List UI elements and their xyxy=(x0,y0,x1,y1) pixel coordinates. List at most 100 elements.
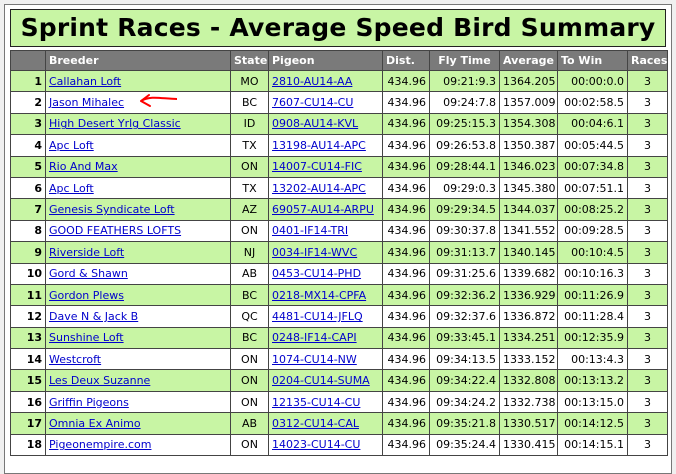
rank-cell: 14 xyxy=(10,348,46,371)
table-row: 17 Omnia Ex Animo AB 0312-CU14-CAL 434.96 09:… xyxy=(10,412,668,435)
breeder-cell: Jason Mihalec xyxy=(45,91,231,114)
breeder-cell: Genesis Syndicate Loft xyxy=(45,198,231,221)
rank-cell: 6 xyxy=(10,176,46,200)
to-win-cell: 00:00:0.0 xyxy=(557,69,628,93)
pigeon-link[interactable]: 13202-AU14-APC xyxy=(272,182,366,195)
table-row: 8 GOOD FEATHERS LOFTS ON 0401-IF14-TRI 434.9… xyxy=(10,219,668,243)
state-cell: AB xyxy=(230,262,269,285)
to-win-cell: 00:07:51.1 xyxy=(557,176,628,200)
average-cell: 1330.415 xyxy=(499,433,558,457)
breeder-link[interactable]: Apc Loft xyxy=(49,182,94,195)
breeder-link[interactable]: Pigeonempire.com xyxy=(49,438,151,451)
pigeon-link[interactable]: 14023-CU14-CU xyxy=(272,438,360,451)
races-cell: 3 xyxy=(627,326,668,350)
pigeon-cell: 13202-AU14-APC xyxy=(268,176,383,200)
races-cell: 3 xyxy=(627,198,668,221)
fly-time-cell: 09:28:44.1 xyxy=(429,155,500,178)
pigeon-link[interactable]: 0312-CU14-CAL xyxy=(272,417,359,430)
breeder-cell: Les Deux Suzanne xyxy=(45,369,231,392)
dist-cell: 434.96 xyxy=(382,176,430,200)
pigeon-cell: 12135-CU14-CU xyxy=(268,390,383,414)
state-cell: MO xyxy=(230,69,269,93)
pigeon-cell: 4481-CU14-JFLQ xyxy=(268,305,383,328)
breeder-link[interactable]: Apc Loft xyxy=(49,139,94,152)
pigeon-link[interactable]: 1074-CU14-NW xyxy=(272,353,357,366)
pigeon-link[interactable]: 0908-AU14-KVL xyxy=(272,117,358,130)
breeder-link[interactable]: GOOD FEATHERS LOFTS xyxy=(49,224,181,237)
breeder-cell: Westcroft xyxy=(45,348,231,371)
average-cell: 1334.251 xyxy=(499,326,558,350)
fly-time-cell: 09:32:37.6 xyxy=(429,305,500,328)
breeder-link[interactable]: Callahan Loft xyxy=(49,75,121,88)
table-row: 2 Jason Mihalec BC 7607-CU14-CU 434.96 09:24:… xyxy=(10,91,668,114)
results-page: Sprint Races - Average Speed Bird Summar… xyxy=(4,4,672,474)
pigeon-link[interactable]: 0218-MX14-CPFA xyxy=(272,289,366,302)
state-cell: BC xyxy=(230,283,269,307)
pigeon-link[interactable]: 14007-CU14-FIC xyxy=(272,160,362,173)
pigeon-cell: 0248-IF14-CAPI xyxy=(268,326,383,350)
state-cell: AZ xyxy=(230,198,269,221)
fly-time-cell: 09:31:13.7 xyxy=(429,241,500,264)
races-cell: 3 xyxy=(627,91,668,114)
pigeon-link[interactable]: 69057-AU14-ARPU xyxy=(272,203,374,216)
breeder-cell: Pigeonempire.com xyxy=(45,433,231,457)
races-cell: 3 xyxy=(627,134,668,157)
pigeon-link[interactable]: 12135-CU14-CU xyxy=(272,396,360,409)
pigeon-cell: 0204-CU14-SUMA xyxy=(268,369,383,392)
to-win-cell: 00:10:16.3 xyxy=(557,262,628,285)
pigeon-link[interactable]: 2810-AU14-AA xyxy=(272,75,352,88)
dist-cell: 434.96 xyxy=(382,390,430,414)
breeder-link[interactable]: Omnia Ex Animo xyxy=(49,417,141,430)
rank-cell: 13 xyxy=(10,326,46,350)
pigeon-link[interactable]: 0034-IF14-WVC xyxy=(272,246,357,259)
pigeon-link[interactable]: 13198-AU14-APC xyxy=(272,139,366,152)
races-cell: 3 xyxy=(627,305,668,328)
breeder-link[interactable]: Sunshine Loft xyxy=(49,331,124,344)
column-header-pigeon: Pigeon xyxy=(268,50,383,71)
races-cell: 3 xyxy=(627,348,668,371)
average-cell: 1340.145 xyxy=(499,241,558,264)
pigeon-link[interactable]: 4481-CU14-JFLQ xyxy=(272,310,363,323)
breeder-cell: Riverside Loft xyxy=(45,241,231,264)
table-row: 18 Pigeonempire.com ON 14023-CU14-CU 434.96 0… xyxy=(10,433,668,457)
to-win-cell: 00:05:44.5 xyxy=(557,134,628,157)
breeder-link[interactable]: High Desert Yrlg Classic xyxy=(49,117,181,130)
rank-cell: 15 xyxy=(10,369,46,392)
rank-cell: 2 xyxy=(10,91,46,114)
table-row: 7 Genesis Syndicate Loft AZ 69057-AU14-ARPU… xyxy=(10,198,668,221)
dist-cell: 434.96 xyxy=(382,283,430,307)
pigeon-link[interactable]: 7607-CU14-CU xyxy=(272,96,353,109)
pigeon-link[interactable]: 0401-IF14-TRI xyxy=(272,224,348,237)
breeder-cell: Gord & Shawn xyxy=(45,262,231,285)
breeder-link[interactable]: Westcroft xyxy=(49,353,101,366)
table-row: 11 Gordon Plews BC 0218-MX14-CPFA 434.96 09:3… xyxy=(10,283,668,307)
table-header-row: Breeder State Pigeon Dist. Fly Time Aver… xyxy=(10,50,668,71)
breeder-link[interactable]: Les Deux Suzanne xyxy=(49,374,150,387)
breeder-link[interactable]: Gordon Plews xyxy=(49,289,124,302)
to-win-cell: 00:14:15.1 xyxy=(557,433,628,457)
breeder-link[interactable]: Genesis Syndicate Loft xyxy=(49,203,175,216)
to-win-cell: 00:12:35.9 xyxy=(557,326,628,350)
breeder-link[interactable]: Dave N & Jack B xyxy=(49,310,138,323)
breeder-link[interactable]: Gord & Shawn xyxy=(49,267,128,280)
average-cell: 1332.738 xyxy=(499,390,558,414)
pigeon-link[interactable]: 0204-CU14-SUMA xyxy=(272,374,370,387)
breeder-cell: Gordon Plews xyxy=(45,283,231,307)
dist-cell: 434.96 xyxy=(382,369,430,392)
rank-cell: 1 xyxy=(10,69,46,93)
pigeon-cell: 7607-CU14-CU xyxy=(268,91,383,114)
breeder-cell: Sunshine Loft xyxy=(45,326,231,350)
fly-time-cell: 09:21:9.3 xyxy=(429,69,500,93)
pigeon-link[interactable]: 0453-CU14-PHD xyxy=(272,267,361,280)
to-win-cell: 00:13:15.0 xyxy=(557,390,628,414)
breeder-cell: High Desert Yrlg Classic xyxy=(45,112,231,136)
breeder-link[interactable]: Riverside Loft xyxy=(49,246,124,259)
fly-time-cell: 09:24:7.8 xyxy=(429,91,500,114)
breeder-link[interactable]: Griffin Pigeons xyxy=(49,396,129,409)
state-cell: BC xyxy=(230,326,269,350)
state-cell: NJ xyxy=(230,241,269,264)
pigeon-link[interactable]: 0248-IF14-CAPI xyxy=(272,331,357,344)
table-row: 5 Rio And Max ON 14007-CU14-FIC 434.96 09:28:… xyxy=(10,155,668,178)
breeder-link[interactable]: Jason Mihalec xyxy=(49,96,124,109)
breeder-link[interactable]: Rio And Max xyxy=(49,160,118,173)
